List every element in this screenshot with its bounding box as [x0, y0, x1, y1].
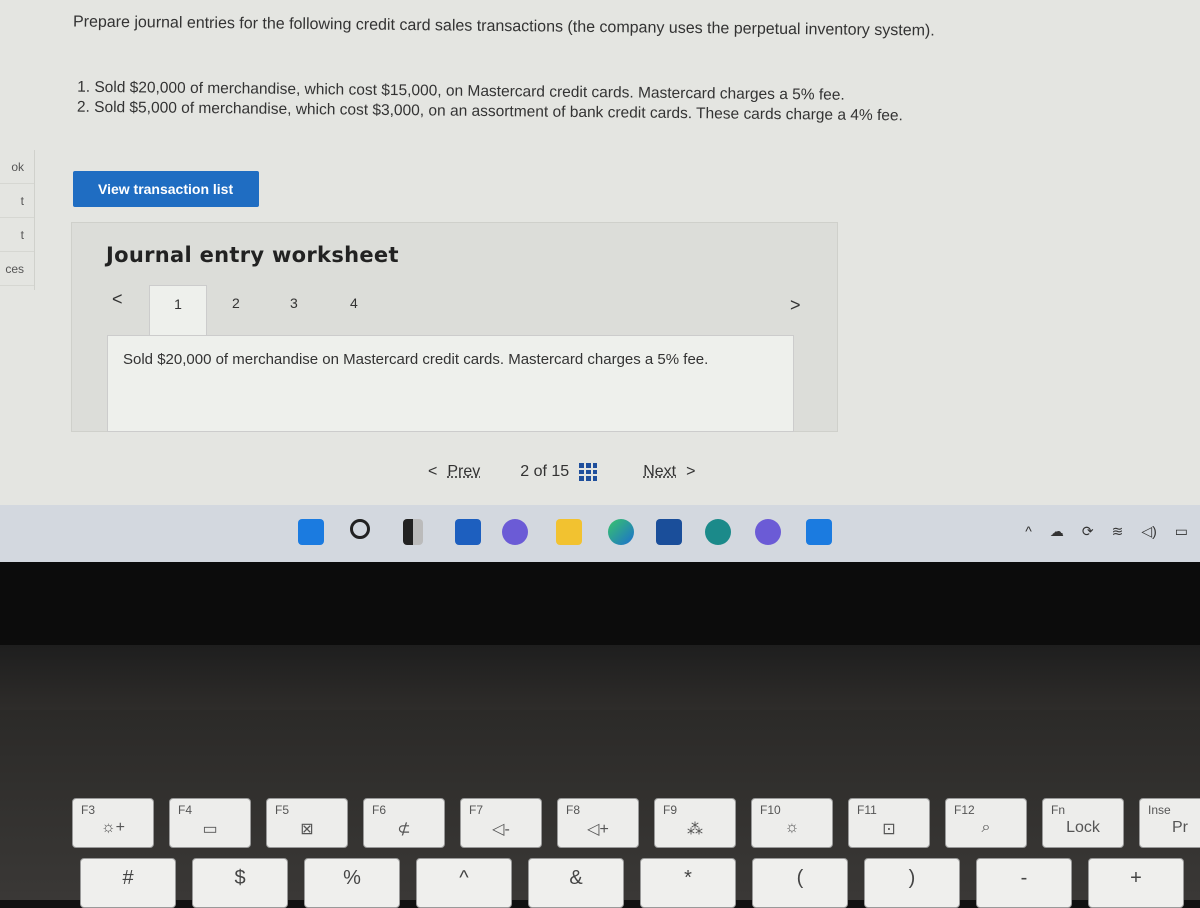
prev-entry-arrow[interactable]: <: [112, 289, 123, 310]
number-row-key[interactable]: -: [976, 858, 1072, 908]
battery-icon[interactable]: ▭: [1175, 523, 1188, 540]
key-label: Inse: [1148, 803, 1171, 817]
key-label: F6: [372, 803, 387, 817]
key-label: F12: [954, 803, 975, 817]
sidebar-item[interactable]: ok: [0, 150, 34, 184]
cortana-icon[interactable]: [806, 519, 832, 545]
sidebar-item[interactable]: ces: [0, 252, 34, 286]
microsoft-store-icon[interactable]: [656, 519, 682, 545]
key-label: F5: [275, 803, 290, 817]
question-prompt: Prepare journal entries for the followin…: [72, 13, 935, 40]
sidebar-item[interactable]: t: [0, 184, 34, 218]
tab-2[interactable]: 2: [232, 295, 240, 311]
key-label: F4: [178, 803, 193, 817]
teams-chat-icon[interactable]: [502, 519, 528, 545]
function-key[interactable]: F12 ⌕: [945, 798, 1027, 848]
key-glyph: ⁂: [687, 821, 703, 838]
key-glyph: Lock: [1066, 819, 1100, 836]
key-glyph: Pr: [1172, 819, 1188, 836]
key-glyph: ⊄: [397, 821, 411, 838]
transaction-list: 1. Sold $20,000 of merchandise, which co…: [77, 78, 903, 127]
search-app-icon[interactable]: [705, 519, 731, 545]
number-row-key[interactable]: +: [1088, 858, 1184, 908]
page-position: 2 of 15: [520, 463, 570, 480]
key-label: F11: [857, 803, 877, 817]
function-key[interactable]: Inse Pr: [1139, 798, 1200, 848]
app-icon[interactable]: [755, 519, 781, 545]
function-key[interactable]: F8 ◁+: [557, 798, 639, 848]
function-key[interactable]: F6 ⊄: [363, 798, 445, 848]
windows-start-icon[interactable]: [298, 519, 324, 545]
chevron-left-icon[interactable]: <: [428, 463, 437, 481]
grid-icon[interactable]: [579, 463, 598, 481]
key-label: F9: [663, 803, 678, 817]
chevron-right-icon[interactable]: >: [686, 463, 695, 481]
worksheet-title: Journal entry worksheet: [106, 243, 399, 267]
key-glyph: ⊡: [882, 821, 896, 838]
function-key[interactable]: F5 ⊠: [266, 798, 348, 848]
key-glyph: ☼: [784, 819, 800, 836]
key-glyph: ◁-: [492, 821, 510, 838]
left-sidebar: ok t t ces: [0, 150, 35, 290]
tab-1[interactable]: 1: [149, 285, 207, 335]
taskbar: ^ ☁ ⟳ ≋ ◁) ▭: [0, 505, 1200, 562]
key-glyph: ◁+: [587, 821, 609, 838]
task-view-icon[interactable]: [403, 519, 423, 545]
number-row-key[interactable]: ): [864, 858, 960, 908]
search-icon[interactable]: [350, 519, 370, 539]
key-label: F7: [469, 803, 484, 817]
volume-icon[interactable]: ◁): [1141, 523, 1156, 540]
key-glyph: ⊠: [300, 821, 314, 838]
key-label: F10: [760, 803, 781, 817]
key-label: F8: [566, 803, 581, 817]
key-label: F3: [81, 803, 96, 817]
function-key[interactable]: F7 ◁-: [460, 798, 542, 848]
edge-icon[interactable]: [608, 519, 634, 545]
journal-entry-worksheet: Journal entry worksheet < 1 2 3 4 > Sold…: [71, 222, 838, 432]
pagination: < Prev 2 of 15 Next >: [428, 463, 695, 481]
wifi-icon[interactable]: ≋: [1112, 523, 1124, 540]
tab-3[interactable]: 3: [290, 295, 298, 311]
sync-icon[interactable]: ⟳: [1082, 523, 1094, 540]
number-row-key[interactable]: (: [752, 858, 848, 908]
function-key[interactable]: F11 ⊡: [848, 798, 930, 848]
function-key[interactable]: F3 ☼+: [72, 798, 154, 848]
key-glyph: ⌕: [981, 819, 991, 836]
number-row-key[interactable]: *: [640, 858, 736, 908]
browser-screen: ok t t ces Prepare journal entries for t…: [0, 0, 1200, 505]
file-explorer-icon[interactable]: [556, 519, 582, 545]
number-row-key[interactable]: $: [192, 858, 288, 908]
tab-4[interactable]: 4: [350, 295, 358, 311]
system-tray: ^ ☁ ⟳ ≋ ◁) ▭: [1025, 523, 1188, 540]
number-row-key[interactable]: ^: [416, 858, 512, 908]
number-row-key[interactable]: &: [528, 858, 624, 908]
function-key[interactable]: F10 ☼: [751, 798, 833, 848]
number-row-key[interactable]: #: [80, 858, 176, 908]
onedrive-icon[interactable]: ☁: [1050, 523, 1064, 540]
function-key[interactable]: F4 ▭: [169, 798, 251, 848]
number-row-key[interactable]: %: [304, 858, 400, 908]
screen-bezel: [0, 562, 1200, 647]
next-link[interactable]: Next: [643, 463, 676, 481]
chevron-up-icon[interactable]: ^: [1025, 523, 1032, 540]
laptop-hinge: [0, 645, 1200, 710]
widgets-icon[interactable]: [455, 519, 481, 545]
key-glyph: ☼+: [100, 819, 125, 836]
function-key[interactable]: Fn Lock: [1042, 798, 1124, 848]
key-glyph: ▭: [202, 821, 218, 838]
function-key[interactable]: F9 ⁂: [654, 798, 736, 848]
sidebar-item[interactable]: t: [0, 218, 34, 252]
prev-link[interactable]: Prev: [447, 463, 480, 481]
entry-description: Sold $20,000 of merchandise on Mastercar…: [107, 335, 794, 432]
key-label: Fn: [1051, 803, 1066, 817]
next-entry-arrow[interactable]: >: [790, 295, 801, 316]
view-transaction-list-button[interactable]: View transaction list: [73, 171, 259, 207]
